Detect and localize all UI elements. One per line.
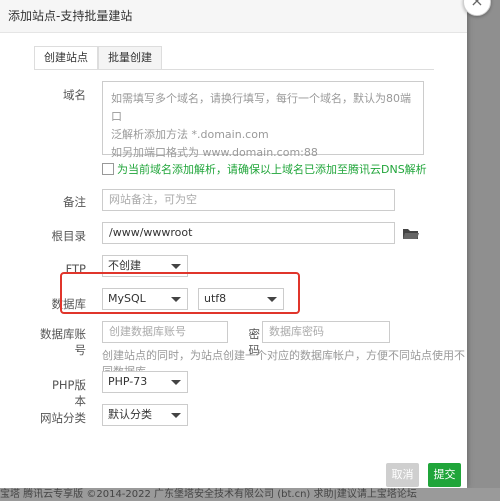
tab-divider	[34, 69, 434, 70]
domain-label: 域名	[63, 88, 86, 102]
remark-input[interactable]: 网站备注，可为空	[102, 189, 395, 211]
domain-placeholder-line: 如另加端口格式为 www.domain.com:88	[111, 146, 318, 159]
root-dir-input[interactable]: /www/wwwroot	[102, 222, 395, 244]
db-account-label: 数据库账号	[40, 327, 86, 357]
folder-icon[interactable]	[403, 228, 419, 240]
db-password-placeholder: 数据库密码	[269, 325, 324, 338]
db-account-placeholder: 创建数据库账号	[109, 325, 186, 338]
footer-text: 宝塔 腾讯云专享版 ©2014-2022 广东堡塔安全技术有限公司 (bt.cn…	[0, 488, 500, 501]
remark-label: 备注	[63, 195, 86, 209]
db-password-input[interactable]: 数据库密码	[262, 321, 390, 343]
site-category-label: 网站分类	[40, 411, 86, 425]
chevron-down-icon	[171, 264, 181, 269]
dialog-title: 添加站点-支持批量建站	[0, 0, 467, 33]
php-version-label: PHP版本	[51, 378, 86, 408]
tab-create-site[interactable]: 创建站点	[34, 46, 98, 70]
php-version-select[interactable]: PHP-73	[102, 371, 188, 393]
tab-bar: 创建站点 批量创建	[34, 46, 162, 70]
add-site-dialog: 添加站点-支持批量建站 创建站点 批量创建 域名 如需填写多个域名，请换行填写，每…	[0, 0, 467, 488]
ftp-select-value: 不创建	[108, 259, 141, 272]
cancel-button[interactable]: 取消	[386, 463, 419, 487]
tab-batch-create[interactable]: 批量创建	[98, 46, 162, 70]
submit-button[interactable]: 提交	[428, 463, 461, 487]
domain-placeholder-line: 泛解析添加方法 *.domain.com	[111, 128, 269, 141]
chevron-down-icon	[171, 380, 181, 385]
root-dir-label: 根目录	[51, 229, 87, 243]
dns-checkbox-label: 为当前域名添加解析，请确保以上域名已添加至腾讯云DNS解析	[117, 163, 427, 176]
domain-placeholder-line: 如需填写多个域名，请换行填写，每行一个域名，默认为80端口	[111, 92, 411, 123]
dns-checkbox[interactable]	[102, 163, 114, 175]
highlight-box	[60, 272, 300, 314]
php-version-value: PHP-73	[108, 375, 148, 388]
db-account-input[interactable]: 创建数据库账号	[102, 321, 228, 343]
site-category-value: 默认分类	[108, 408, 152, 421]
remark-placeholder: 网站备注，可为空	[109, 193, 197, 206]
site-category-select[interactable]: 默认分类	[102, 404, 188, 426]
chevron-down-icon	[171, 413, 181, 418]
domain-textarea[interactable]: 如需填写多个域名，请换行填写，每行一个域名，默认为80端口 泛解析添加方法 *.…	[102, 81, 424, 159]
